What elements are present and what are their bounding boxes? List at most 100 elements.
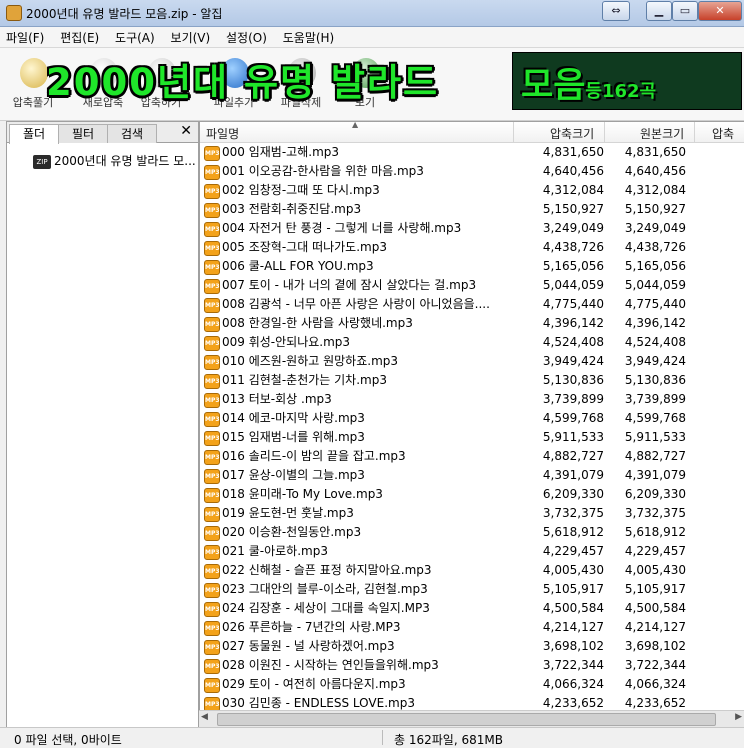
table-row[interactable]: MP3 017 윤상-이별의 그늘.mp3 4,391,079 4,391,079 <box>200 466 744 485</box>
mp3-file-icon: MP3 <box>204 203 220 218</box>
menu-settings[interactable]: 설정(O) <box>220 27 273 48</box>
table-row[interactable]: MP3 011 김현철-춘천가는 기차.mp3 5,130,836 5,130,836 <box>200 371 744 390</box>
close-icon[interactable]: ✕ <box>180 123 192 139</box>
file-name: 011 김현철-춘천가는 기차.mp3 <box>222 373 387 387</box>
packed-size: 5,150,927 <box>542 202 604 216</box>
scroll-right-icon[interactable]: ▶ <box>735 712 742 722</box>
column-divider[interactable] <box>513 122 514 142</box>
original-size: 3,722,344 <box>624 658 686 672</box>
banner-box: 모음등162곡 <box>512 52 742 110</box>
table-row[interactable]: MP3 008 김광석 - 너무 아픈 사랑은 사랑이 아니었음을.... 4,77… <box>200 295 744 314</box>
table-row[interactable]: MP3 010 에즈원-원하고 원망하죠.mp3 3,949,424 3,949,42… <box>200 352 744 371</box>
table-row[interactable]: MP3 018 윤미래-To My Love.mp3 6,209,330 6,209,… <box>200 485 744 504</box>
sort-ascending-icon: ▲ <box>352 120 359 129</box>
maximize-button[interactable]: ▭ <box>672 1 698 21</box>
menu-bar: 파일(F) 편집(E) 도구(A) 보기(V) 설정(O) 도움말(H) <box>0 27 744 48</box>
file-name: 016 솔리드-이 밤의 끝을 잡고.mp3 <box>222 449 406 463</box>
mp3-file-icon: MP3 <box>204 241 220 256</box>
table-row[interactable]: MP3 004 자전거 탄 풍경 - 그렇게 너를 사랑해.mp3 3,249,04… <box>200 219 744 238</box>
tree-item-archive[interactable]: ZIP 2000년대 유명 발라드 모... <box>33 152 196 170</box>
packed-size: 3,739,899 <box>542 392 604 406</box>
menu-edit[interactable]: 편집(E) <box>54 27 105 48</box>
title-bar: 2000년대 유명 발라드 모음.zip - 알집 ⇔ ▁ ▭ ✕ <box>0 0 744 27</box>
original-size: 5,911,533 <box>624 430 686 444</box>
table-row[interactable]: MP3 029 토이 - 여전히 아름다운지.mp3 4,066,324 4,066,… <box>200 675 744 694</box>
original-size: 3,698,102 <box>624 639 686 653</box>
file-name: 004 자전거 탄 풍경 - 그렇게 너를 사랑해.mp3 <box>222 221 462 235</box>
packed-size: 5,165,056 <box>542 259 604 273</box>
column-filename[interactable]: 파일명 <box>206 125 239 142</box>
table-row[interactable]: MP3 019 윤도현-먼 훗날.mp3 3,732,375 3,732,375 <box>200 504 744 523</box>
close-button[interactable]: ✕ <box>698 1 742 21</box>
menu-tools[interactable]: 도구(A) <box>109 27 161 48</box>
mp3-file-icon: MP3 <box>204 602 220 617</box>
window-title: 2000년대 유명 발라드 모음.zip - 알집 <box>26 7 223 21</box>
file-name: 009 휘성-안되나요.mp3 <box>222 335 351 349</box>
file-name: 024 김장훈 - 세상이 그대를 속일지.MP3 <box>222 601 430 615</box>
file-name: 007 토이 - 내가 너의 곁에 잠시 살았다는 걸.mp3 <box>222 278 477 292</box>
column-original-size[interactable]: 원본크기 <box>640 125 684 142</box>
mp3-file-icon: MP3 <box>204 222 220 237</box>
resize-icon[interactable]: ⇔ <box>602 1 630 21</box>
mp3-file-icon: MP3 <box>204 165 220 180</box>
table-row[interactable]: MP3 014 에코-마지막 사랑.mp3 4,599,768 4,599,768 <box>200 409 744 428</box>
original-size: 4,640,456 <box>624 164 686 178</box>
mp3-file-icon: MP3 <box>204 412 220 427</box>
file-name: 018 윤미래-To My Love.mp3 <box>222 487 383 501</box>
original-size: 5,044,059 <box>624 278 686 292</box>
table-row[interactable]: MP3 008 한경일-한 사람을 사랑했네.mp3 4,396,142 4,396,… <box>200 314 744 333</box>
table-row[interactable]: MP3 001 이오공감-한사람을 위한 마음.mp3 4,640,456 4,640… <box>200 162 744 181</box>
tab-filter[interactable]: 필터 <box>58 124 108 143</box>
horizontal-scrollbar[interactable]: ◀ ▶ <box>199 710 744 727</box>
column-ratio[interactable]: 압축 <box>712 125 734 142</box>
menu-view[interactable]: 보기(V) <box>165 27 217 48</box>
table-row[interactable]: MP3 016 솔리드-이 밤의 끝을 잡고.mp3 4,882,727 4,882,… <box>200 447 744 466</box>
file-name: 021 쿨-아로하.mp3 <box>222 544 328 558</box>
menu-file[interactable]: 파일(F) <box>0 27 50 48</box>
table-row[interactable]: MP3 006 쿨-ALL FOR YOU.mp3 5,165,056 5,165,0… <box>200 257 744 276</box>
mp3-file-icon: MP3 <box>204 393 220 408</box>
table-row[interactable]: MP3 024 김장훈 - 세상이 그대를 속일지.MP3 4,500,584 4,5… <box>200 599 744 618</box>
table-row[interactable]: MP3 028 이원진 - 시작하는 연인들을위해.mp3 3,722,344 3,7… <box>200 656 744 675</box>
packed-size: 5,044,059 <box>542 278 604 292</box>
column-packed-size[interactable]: 압축크기 <box>550 125 594 142</box>
table-row[interactable]: MP3 009 휘성-안되나요.mp3 4,524,408 4,524,408 <box>200 333 744 352</box>
tab-search[interactable]: 검색 <box>107 124 157 143</box>
table-row[interactable]: MP3 020 이승환-천일동안.mp3 5,618,912 5,618,912 <box>200 523 744 542</box>
original-size: 4,599,768 <box>624 411 686 425</box>
mp3-file-icon: MP3 <box>204 431 220 446</box>
mp3-file-icon: MP3 <box>204 507 220 522</box>
table-row[interactable]: MP3 007 토이 - 내가 너의 곁에 잠시 살았다는 걸.mp3 5,044,… <box>200 276 744 295</box>
table-row[interactable]: MP3 021 쿨-아로하.mp3 4,229,457 4,229,457 <box>200 542 744 561</box>
original-size: 3,249,049 <box>624 221 686 235</box>
scroll-left-icon[interactable]: ◀ <box>201 712 208 722</box>
minimize-button[interactable]: ▁ <box>646 1 672 21</box>
packed-size: 5,130,836 <box>542 373 604 387</box>
mp3-file-icon: MP3 <box>204 450 220 465</box>
menu-help[interactable]: 도움말(H) <box>277 27 341 48</box>
table-row[interactable]: MP3 022 신해철 - 슬픈 표정 하지말아요.mp3 4,005,430 4,0… <box>200 561 744 580</box>
table-row[interactable]: MP3 023 그대안의 블루-이소라, 김현철.mp3 5,105,917 5,10… <box>200 580 744 599</box>
table-row[interactable]: MP3 003 전람회-취중진담.mp3 5,150,927 5,150,927 <box>200 200 744 219</box>
table-row[interactable]: MP3 005 조장혁-그대 떠나가도.mp3 4,438,726 4,438,726 <box>200 238 744 257</box>
file-name: 028 이원진 - 시작하는 연인들을위해.mp3 <box>222 658 439 672</box>
file-list-panel: 파일명 ▲ 압축크기 원본크기 압축 MP3 000 임재범-고해.mp3 4,83… <box>199 120 744 727</box>
packed-size: 4,214,127 <box>542 620 604 634</box>
table-row[interactable]: MP3 026 푸른하늘 - 7년간의 사랑.MP3 4,214,127 4,214,… <box>200 618 744 637</box>
original-size: 3,732,375 <box>624 506 686 520</box>
table-row[interactable]: MP3 000 임재범-고해.mp3 4,831,650 4,831,650 <box>200 143 744 162</box>
scroll-thumb[interactable] <box>217 713 716 726</box>
mp3-file-icon: MP3 <box>204 260 220 275</box>
file-name: 017 윤상-이별의 그늘.mp3 <box>222 468 365 482</box>
zip-icon: ZIP <box>33 154 51 169</box>
table-row[interactable]: MP3 027 동물원 - 널 사랑하겠어.mp3 3,698,102 3,698,1… <box>200 637 744 656</box>
column-divider[interactable] <box>694 122 695 142</box>
table-row[interactable]: MP3 015 임재범-너를 위해.mp3 5,911,533 5,911,533 <box>200 428 744 447</box>
table-row[interactable]: MP3 013 터보-회상 .mp3 3,739,899 3,739,899 <box>200 390 744 409</box>
table-row[interactable]: MP3 002 임창정-그때 또 다시.mp3 4,312,084 4,312,084 <box>200 181 744 200</box>
mp3-file-icon: MP3 <box>204 469 220 484</box>
tab-folder[interactable]: 폴더 <box>9 124 59 144</box>
original-size: 5,618,912 <box>624 525 686 539</box>
column-divider[interactable] <box>604 122 605 142</box>
column-header: 파일명 ▲ 압축크기 원본크기 압축 <box>200 120 744 143</box>
